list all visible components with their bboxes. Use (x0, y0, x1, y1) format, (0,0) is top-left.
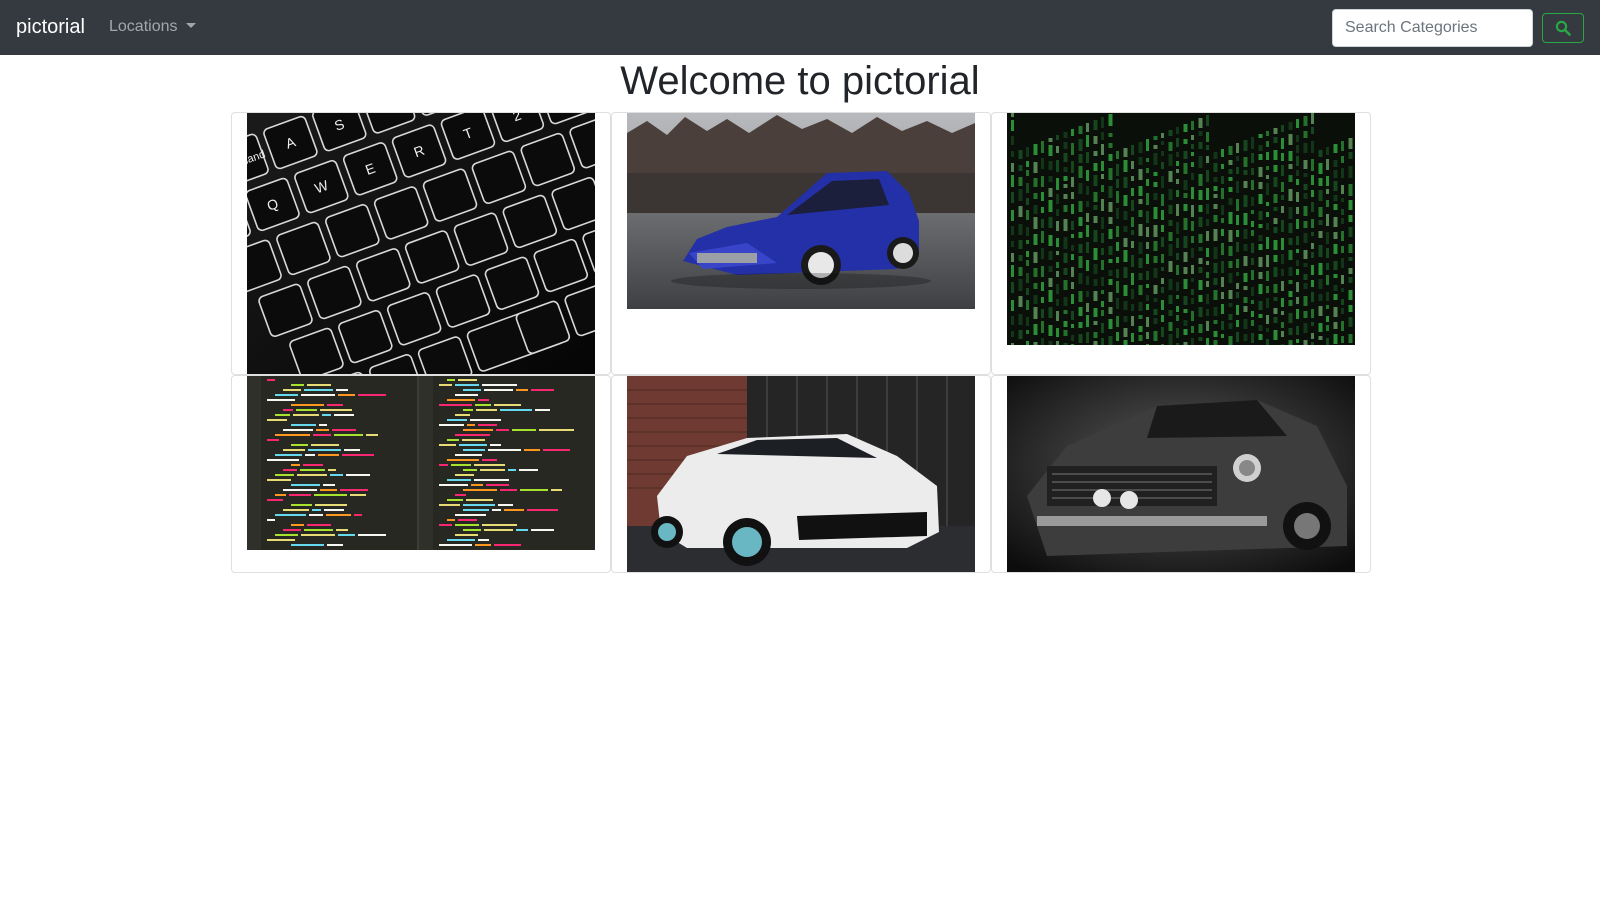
blue-car-photo (627, 113, 975, 309)
gallery-card-blue-car[interactable] (611, 112, 991, 375)
top-navbar: pictorial Locations (0, 0, 1600, 55)
brand-logo-link[interactable]: pictorial (16, 14, 85, 40)
search-categories-input[interactable] (1332, 9, 1533, 47)
keyboard-photo: optioncommandASDFZXCVQWERT234 (247, 113, 595, 374)
page-title: Welcome to pictorial (620, 59, 980, 103)
gallery-card-matrix-code[interactable] (991, 112, 1371, 375)
muscle-car-photo (1007, 376, 1355, 572)
caret-down-icon (185, 23, 196, 28)
gallery-card-code-editor[interactable] (231, 375, 611, 573)
gallery-card-white-car[interactable] (611, 375, 991, 573)
gallery-card-keyboard[interactable]: optioncommandASDFZXCVQWERT234 (231, 112, 611, 375)
search-button[interactable] (1542, 13, 1584, 43)
locations-dropdown[interactable]: Locations (109, 17, 196, 37)
code-editor-photo (247, 376, 595, 550)
search-icon (1555, 20, 1571, 36)
white-car-photo (627, 376, 975, 572)
matrix-code-photo (1007, 113, 1355, 345)
locations-dropdown-label: Locations (109, 18, 178, 35)
gallery-card-muscle-car[interactable] (991, 375, 1371, 573)
